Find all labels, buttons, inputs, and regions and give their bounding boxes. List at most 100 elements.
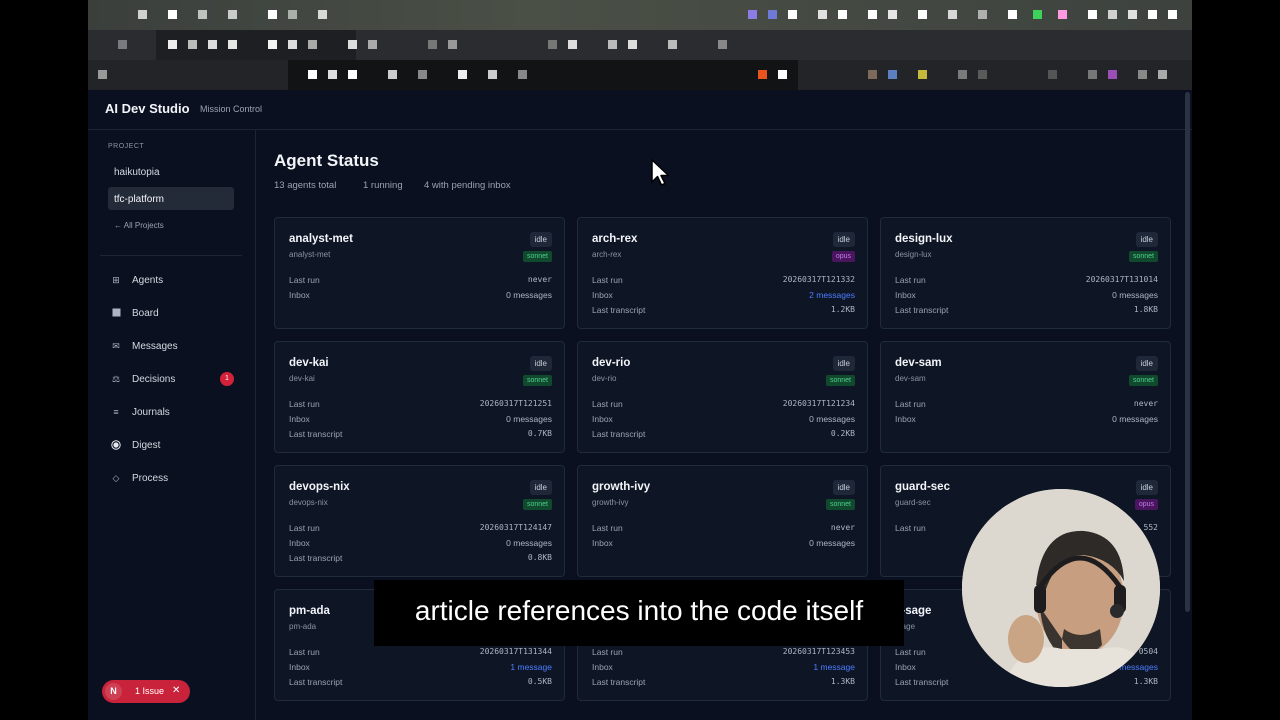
model-badge: sonnet [825, 375, 855, 386]
stat-agents-total: 13 agents total [274, 180, 337, 191]
sidebar-item-decisions[interactable]: ⚖ Decisions 1 [108, 369, 240, 391]
blurred-icon [548, 40, 557, 49]
status-badge: idle [1135, 232, 1158, 247]
blurred-icon [1168, 10, 1177, 19]
inbox-row: Inbox 1 message [592, 662, 855, 674]
inbox-row: Inbox 2 messages [592, 290, 855, 302]
inbox-label: Inbox [592, 538, 613, 548]
screen: AI Dev Studio Mission Control PROJECT ha… [0, 0, 1280, 720]
transcript-label: Last transcript [592, 429, 646, 439]
inbox-value: 0 messages [809, 538, 855, 548]
inbox-value: 0 messages [506, 290, 552, 300]
blurred-icon [818, 10, 827, 19]
last-run-value: never [830, 523, 855, 532]
blurred-icon [388, 70, 397, 79]
inbox-value[interactable]: 2 messages [809, 290, 855, 300]
decisions-count-badge: 1 [220, 372, 234, 386]
agent-card[interactable]: dev-sam dev-sam idle sonnet Last run never Inb… [880, 341, 1171, 453]
agent-card[interactable]: arch-rex arch-rex idle opus Last run 20260317… [577, 217, 868, 329]
project-item-haikutopia[interactable]: haikutopia [108, 160, 234, 183]
scrollbar[interactable] [1185, 92, 1190, 612]
blurred-icon [1158, 70, 1167, 79]
sidebar-item-label: Digest [132, 440, 161, 451]
last-run-label: Last run [289, 523, 320, 533]
browser-toolbar[interactable] [88, 60, 1192, 90]
inbox-value: 0 messages [809, 414, 855, 424]
blurred-icon [188, 40, 197, 49]
last-run-row: Last run 20260317T121332 [592, 275, 855, 287]
agent-card[interactable]: growth-ivy growth-ivy idle sonnet Last run ne… [577, 465, 868, 577]
agent-name: analyst-met [289, 233, 353, 245]
blurred-icon [418, 70, 427, 79]
project-item-tfc-platform[interactable]: tfc-platform [108, 187, 234, 210]
app-header: AI Dev Studio Mission Control [88, 90, 1192, 130]
active-tab[interactable] [156, 30, 356, 60]
radio-icon [111, 440, 121, 450]
address-bar[interactable] [288, 60, 798, 90]
agent-card[interactable]: design-lux design-lux idle sonnet Last run 20… [880, 217, 1171, 329]
close-icon[interactable]: ✕ [172, 685, 180, 696]
agent-name: growth-ivy [592, 481, 651, 493]
last-run-row: Last run 20260317T131014 [895, 275, 1158, 287]
blurred-icon [668, 40, 677, 49]
last-run-label: Last run [895, 275, 926, 285]
browser-tab-bar[interactable] [88, 30, 1192, 60]
agent-card[interactable]: devops-nix devops-nix idle sonnet Last run 20… [274, 465, 565, 577]
last-run-value: never [527, 275, 552, 284]
blurred-icon [138, 10, 147, 19]
sidebar-item-board[interactable]: Board [108, 303, 240, 325]
model-badge: sonnet [522, 499, 552, 510]
inbox-row: Inbox 0 messages [895, 290, 1158, 302]
blurred-icon [448, 40, 457, 49]
agent-name: dev-kai [289, 357, 329, 369]
last-run-label: Last run [592, 523, 623, 533]
mouse-cursor-icon [651, 159, 670, 186]
sidebar-item-messages[interactable]: ✉ Messages [108, 336, 240, 358]
inbox-value[interactable]: 1 message [813, 662, 855, 672]
transcript-row: Last transcript 0.2KB [592, 429, 855, 441]
inbox-label: Inbox [289, 662, 310, 672]
blurred-icon [368, 40, 377, 49]
inbox-label: Inbox [592, 414, 613, 424]
blurred-icon [918, 70, 927, 79]
blurred-icon [228, 10, 237, 19]
scale-icon: ⚖ [111, 374, 121, 384]
blurred-icon [888, 70, 897, 79]
last-run-value: 20260317T121332 [782, 275, 855, 284]
blurred-icon [168, 10, 177, 19]
last-run-value: 20260317T123453 [782, 647, 855, 656]
blurred-icon [628, 40, 637, 49]
transcript-row: Last transcript 0.5KB [289, 677, 552, 689]
app-title[interactable]: AI Dev Studio [105, 101, 190, 116]
agent-card[interactable]: dev-kai dev-kai idle sonnet Last run 20260317… [274, 341, 565, 453]
stat-pending-inbox: 4 with pending inbox [424, 180, 511, 191]
status-badge: idle [832, 232, 855, 247]
blurred-icon [608, 40, 617, 49]
transcript-label: Last transcript [895, 305, 949, 315]
issues-pill[interactable]: N 1 Issue ✕ [102, 680, 190, 703]
blurred-icon [788, 10, 797, 19]
blurred-icon [168, 40, 177, 49]
transcript-size: 1.2KB [830, 305, 855, 314]
blurred-icon [328, 70, 337, 79]
sidebar-divider [100, 255, 242, 256]
sidebar-item-process[interactable]: ◇ Process [108, 468, 240, 490]
blurred-icon [978, 10, 987, 19]
agent-card[interactable]: analyst-met analyst-met idle sonnet Last run… [274, 217, 565, 329]
blurred-icon [838, 10, 847, 19]
agent-card[interactable]: dev-rio dev-rio idle sonnet Last run 20260317… [577, 341, 868, 453]
sidebar-item-digest[interactable]: Digest [108, 435, 240, 457]
model-badge: opus [831, 251, 855, 262]
sidebar-item-agents[interactable]: ⊞ Agents [108, 270, 240, 292]
sidebar-item-journals[interactable]: ≡ Journals [108, 402, 240, 424]
blurred-icon [118, 40, 127, 49]
last-run-value: 20260317T131344 [479, 647, 552, 656]
transcript-label: Last transcript [592, 677, 646, 687]
transcript-size: 1.3KB [830, 677, 855, 686]
transcript-size: 0.7KB [527, 429, 552, 438]
inbox-value[interactable]: 1 message [510, 662, 552, 672]
model-badge: sonnet [522, 375, 552, 386]
all-projects-link[interactable]: ← All Projects [114, 221, 164, 230]
transcript-row: Last transcript 0.7KB [289, 429, 552, 441]
blurred-icon [1008, 10, 1017, 19]
